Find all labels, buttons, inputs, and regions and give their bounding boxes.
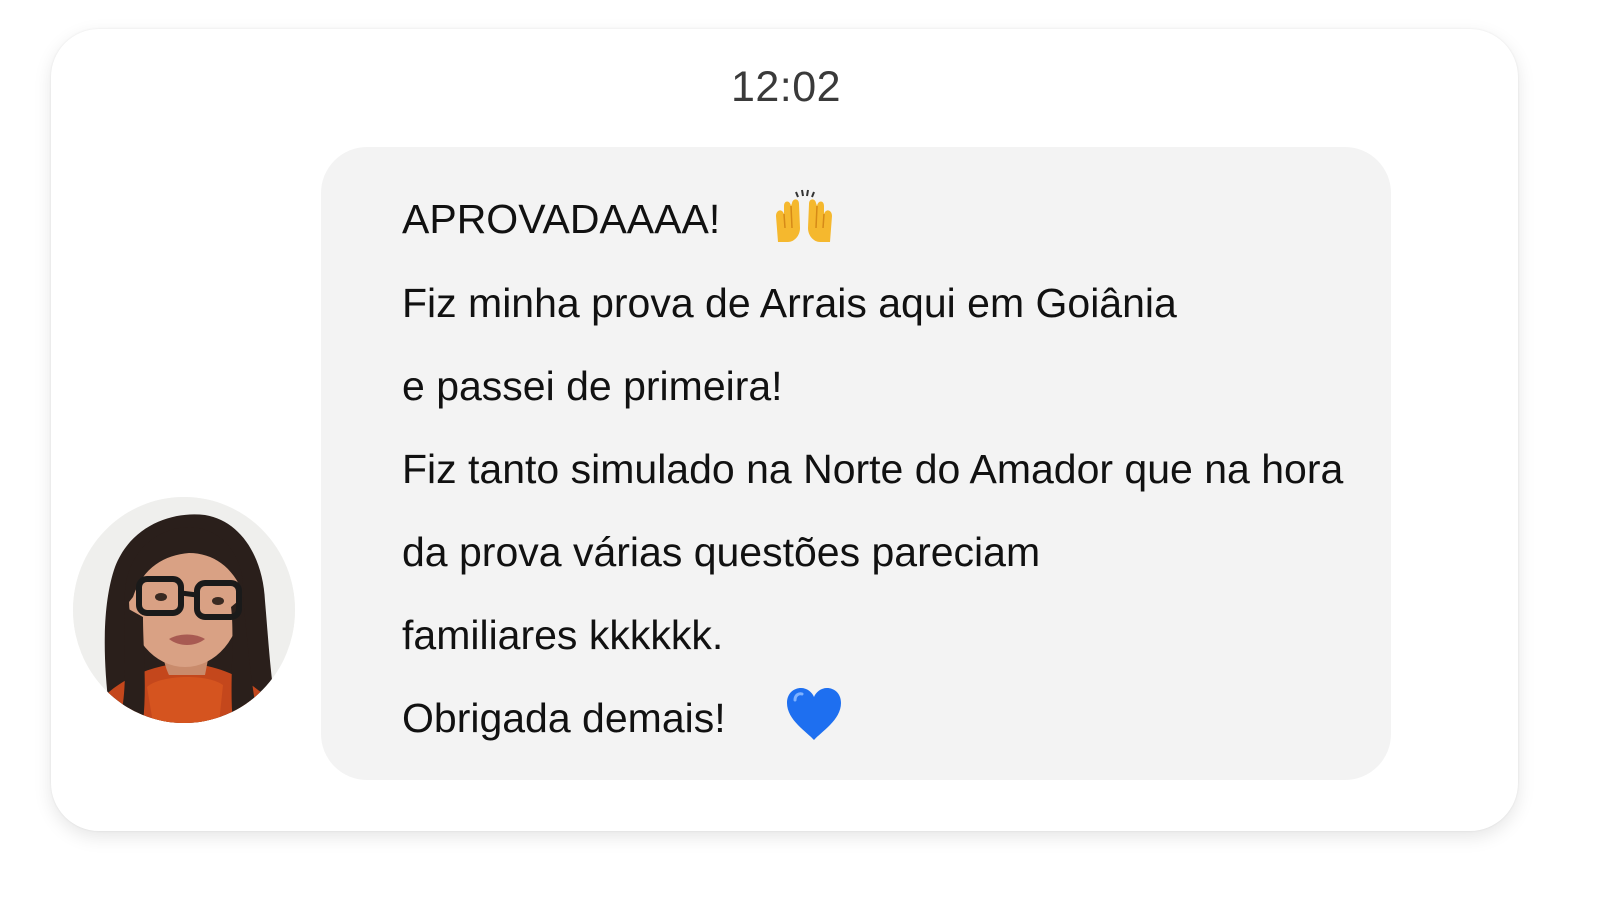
avatar-photo xyxy=(73,497,295,723)
message-line-2: Fiz minha prova de Arrais aqui em Goiâni… xyxy=(402,280,1177,326)
avatar[interactable] xyxy=(73,497,295,723)
message-timestamp: 12:02 xyxy=(730,63,842,111)
message-line-1: APROVADAAAA! xyxy=(402,196,721,242)
message-line-5: da prova várias questões pareciam xyxy=(402,529,1041,575)
blue-heart-icon xyxy=(787,688,841,740)
message-line-7: Obrigada demais! xyxy=(402,695,726,741)
message-line-4: Fiz tanto simulado na Norte do Amador qu… xyxy=(402,446,1344,492)
message-line-3: e passei de primeira! xyxy=(402,363,783,409)
message-line-6: familiares kkkkkk. xyxy=(402,612,724,658)
raising-hands-icon xyxy=(776,189,832,242)
